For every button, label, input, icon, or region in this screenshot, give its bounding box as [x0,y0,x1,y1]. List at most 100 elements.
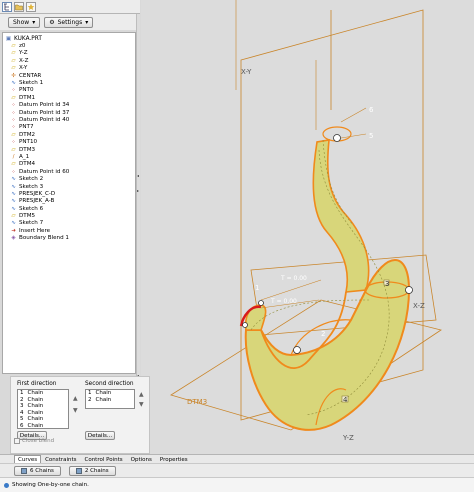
sketch-icon: ∿ [11,205,16,212]
chain-number-3: 3 [385,280,389,288]
chain-number-1: 1 [255,284,259,292]
label-xy: X-Y [241,68,252,76]
chevron-down-icon: ▾ [85,18,89,26]
tree-item[interactable]: ⁘ Datum Point id 60 [5,168,133,175]
datum-point-icon: ⁘ [11,87,16,94]
tree-item[interactable]: ◈ Boundary Blend 1 [5,235,133,242]
tree-item[interactable]: ▱ DTM2 [5,131,133,138]
tree-item-label: Datum Point id 40 [19,116,70,123]
tree-item[interactable]: ∿ Sketch 1 [5,79,133,86]
chain-collector-icon [75,467,82,474]
tree-item[interactable]: ✢ CENTAR [5,72,133,79]
chain-label: Chain [95,396,112,403]
tab-curves[interactable]: Curves [14,455,42,463]
tree-item-label: DTM4 [19,161,36,168]
boundary-blend-icon: ◈ [11,235,16,242]
tab-constraints[interactable]: Constraints [41,455,80,463]
first-direction-chain-list[interactable]: 1 Chain 2 Chain 3 Chain 4 Chain 5 Chain 6 Chain [17,389,69,429]
show-dropdown[interactable]: Show ▾ [8,16,41,28]
datum-plane-icon: ▱ [11,146,16,153]
tree-item[interactable]: ⁘ PNT10 [5,138,133,145]
tree-item[interactable]: ⁘ PNT0 [5,87,133,94]
move-down-icon[interactable]: ▼ [73,407,78,414]
chain-index: 2 [88,396,92,403]
tree-item[interactable]: ∿ PRESJEK_C-D [5,190,133,197]
tree-item-label: PRESJEK_A-B [19,198,55,205]
tab-properties[interactable]: Properties [156,455,192,463]
tree-item-label: Datum Point id 60 [19,168,70,175]
tree-item[interactable]: ▱ Y-Z [5,50,133,57]
control-point[interactable] [242,322,248,328]
tree-item[interactable]: ▱ X-Y [5,65,133,72]
tree-item[interactable]: ∿ Sketch 2 [5,175,133,182]
tree-item-label: DTM5 [19,213,36,220]
second-direction-chain-list[interactable]: 1 Chain 2 Chain [85,389,135,409]
chain-index: 6 [20,422,24,429]
tab-options[interactable]: Options [127,455,156,463]
datum-point-icon: ⁘ [11,116,16,123]
tree-item[interactable]: ∿ PRESJEK_A-B [5,198,133,205]
graphics-viewport[interactable]: X-Y X-Z Y-Z DTM3 T = 0.00 T = 0.00 6 5 1… [141,0,474,454]
control-point[interactable] [333,134,341,142]
label-dtm3: DTM3 [187,398,207,406]
second-direction-label: Second direction [85,381,134,387]
hook-tip-surface[interactable] [244,304,267,331]
tree-item[interactable]: ▱ X-Z [5,57,133,64]
tree-item[interactable]: ⁘ Datum Point id 37 [5,109,133,116]
tree-item[interactable]: ▱ DTM3 [5,146,133,153]
hook-shank-surface[interactable] [312,139,370,293]
chain-number-5: 5 [369,132,373,140]
move-up-icon[interactable]: ▲ [139,391,144,398]
folder-browser-icon[interactable] [14,1,24,12]
tree-item[interactable]: ▱ DTM4 [5,161,133,168]
move-up-icon[interactable]: ▲ [73,395,78,402]
first-direction-chains-button[interactable]: 6 Chains [14,465,61,476]
control-point[interactable] [405,286,413,294]
settings-icon: ⚙ [49,18,55,26]
favorites-icon[interactable] [26,1,36,12]
tree-item[interactable]: ➜ Insert Here [5,227,133,234]
close-blend-option: Close blend [14,438,54,444]
tree-item[interactable]: ⁘ Datum Point id 34 [5,102,133,109]
tree-item[interactable]: ∿ Sketch 6 [5,205,133,212]
datum-axis-icon: / [12,153,15,160]
chain-list-item[interactable]: 2 Chain [86,397,134,404]
chevron-down-icon: ▾ [32,18,36,26]
insert-here-icon: ➜ [11,227,16,234]
datum-plane-icon: ▱ [11,50,16,57]
tree-item[interactable]: / A_1 [5,153,133,160]
chain-number-4: 4 [343,396,348,404]
dashboard-tabs: Curves Constraints Control Points Options Pr… [0,454,474,463]
tree-item[interactable]: ∿ Sketch 7 [5,220,133,227]
first-direction-label: First direction [17,381,57,387]
tree-item[interactable]: ▱ DTM1 [5,94,133,101]
tree-item[interactable]: ⁘ Datum Point id 40 [5,116,133,123]
label-xz: X-Z [413,302,425,310]
dimension-t-1[interactable]: T = 0.00 [280,275,307,282]
tree-item[interactable]: ∿ Sketch 3 [5,183,133,190]
move-down-icon[interactable]: ▼ [139,401,144,408]
datum-point-icon: ⁘ [11,102,16,109]
model-tree-tab-icon[interactable] [2,1,12,12]
second-details-button[interactable]: Details... [85,431,115,440]
tree-item-label: PNT7 [19,124,34,131]
tree-root-item[interactable]: ▣ KUKA.PRT [5,35,133,42]
tab-control-points[interactable]: Control Points [80,455,126,463]
tree-item[interactable]: ▱ DTM5 [5,212,133,219]
hook-model-view[interactable]: X-Y X-Z Y-Z DTM3 T = 0.00 T = 0.00 6 5 1… [141,0,474,454]
tree-item[interactable]: ⁘ PNT7 [5,124,133,131]
status-bar: Showing One-by-one chain. [0,477,474,492]
control-point[interactable] [258,300,264,306]
control-point[interactable] [293,346,301,354]
dimension-t-2[interactable]: T = 0.00 [270,298,297,305]
dimension-leader [260,279,322,301]
chain-number-2: 2 [321,330,325,338]
status-message: Showing One-by-one chain. [12,482,89,488]
datum-plane-icon: ▱ [11,43,16,50]
settings-dropdown[interactable]: ⚙ Settings ▾ [44,16,94,28]
close-blend-checkbox[interactable] [14,438,20,444]
tree-item[interactable]: ▱ z0 [5,42,133,49]
chain-list-item[interactable]: 6 Chain [18,423,68,430]
second-direction-chains-button[interactable]: 2 Chains [68,465,116,476]
tree-item-label: Sketch 6 [19,205,44,212]
